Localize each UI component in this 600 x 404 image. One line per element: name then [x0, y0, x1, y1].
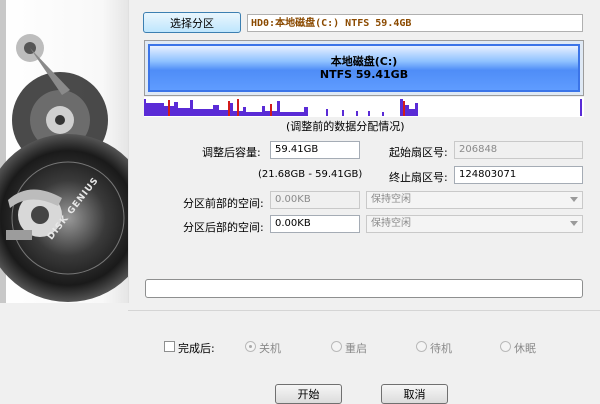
partition-name: 本地磁盘(C:): [330, 55, 398, 68]
size-after-resize-input[interactable]: 59.41GB: [270, 141, 360, 159]
radio-shutdown[interactable]: [245, 341, 256, 352]
space-before-option: 保持空闲: [371, 194, 411, 205]
radio-standby-label: 待机: [430, 342, 452, 355]
space-after-select[interactable]: 保持空闲: [366, 215, 583, 233]
size-range-text: (21.68GB - 59.41GB): [258, 169, 363, 180]
progress-bar: [145, 279, 583, 298]
start-sector-label: 起始扇区号:: [389, 146, 448, 159]
space-after-label: 分区后部的空间:: [183, 221, 264, 234]
radio-standby[interactable]: [416, 341, 427, 352]
radio-restart-label: 重启: [345, 342, 367, 355]
data-distribution-graphic: [144, 99, 582, 116]
select-partition-label: 选择分区: [170, 16, 214, 30]
partition-info: NTFS 59.41GB: [319, 68, 409, 81]
size-after-resize-label: 调整后容量:: [202, 146, 261, 159]
space-before-select[interactable]: 保持空闲: [366, 191, 583, 209]
radio-restart[interactable]: [331, 341, 342, 352]
data-distribution-strip: [144, 97, 584, 117]
chevron-down-icon: [570, 197, 578, 202]
radio-shutdown-label: 关机: [259, 342, 281, 355]
space-before-label: 分区前部的空间:: [183, 197, 264, 210]
space-after-option: 保持空闲: [371, 218, 411, 229]
partition-map[interactable]: 本地磁盘(C:) NTFS 59.41GB: [144, 40, 584, 96]
radio-hibernate-label: 休眠: [514, 342, 536, 355]
disk-genius-artwork: DISK GENIUS: [0, 0, 129, 303]
space-before-input: 0.00KB: [270, 191, 360, 209]
hard-disk-illustration: [0, 0, 128, 303]
cancel-button[interactable]: 取消: [381, 384, 448, 404]
space-after-input[interactable]: 0.00KB: [270, 215, 360, 233]
end-sector-label: 终止扇区号:: [389, 171, 448, 184]
partition-bar-c: 本地磁盘(C:) NTFS 59.41GB: [148, 44, 580, 92]
start-button[interactable]: 开始: [275, 384, 342, 404]
select-partition-button[interactable]: 选择分区: [143, 12, 241, 33]
end-sector-input[interactable]: 124803071: [454, 166, 583, 184]
radio-hibernate[interactable]: [500, 341, 511, 352]
chevron-down-icon: [570, 221, 578, 226]
on-complete-checkbox[interactable]: [164, 341, 175, 352]
selected-disk-label: HD0:本地磁盘(C:) NTFS 59.4GB: [247, 14, 583, 32]
distribution-caption: (调整前的数据分配情况): [286, 120, 405, 133]
on-complete-label: 完成后:: [178, 342, 215, 355]
divider: [128, 310, 600, 311]
start-sector-field: 206848: [454, 141, 583, 159]
